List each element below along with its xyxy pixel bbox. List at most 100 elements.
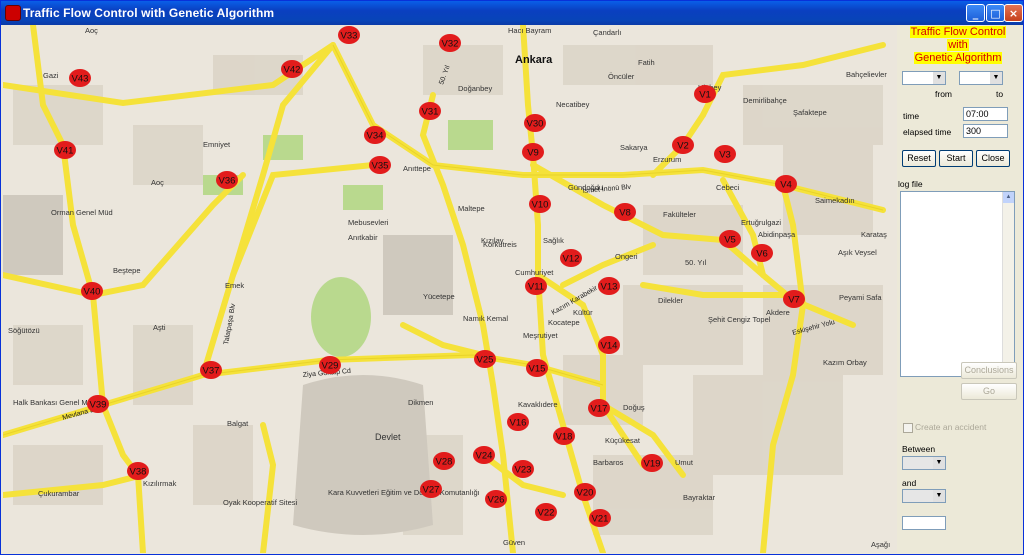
minimize-button[interactable]: _ xyxy=(966,4,985,22)
node-v5[interactable]: V5 xyxy=(719,230,741,248)
place-label: Balgat xyxy=(227,419,249,428)
node-v37[interactable]: V37 xyxy=(200,361,222,379)
place-label: Kavaklıdere xyxy=(518,400,558,409)
place-label: Öncüler xyxy=(608,72,635,81)
city-map[interactable]: Ziya Gökalp Cd İsmet İnönü Blv Kazım Kar… xyxy=(3,25,897,553)
node-label: V17 xyxy=(591,404,608,415)
node-label: V22 xyxy=(538,508,555,519)
and-select[interactable]: ▼ xyxy=(902,489,946,503)
node-v8[interactable]: V8 xyxy=(614,203,636,221)
node-v35[interactable]: V35 xyxy=(369,156,391,174)
time-input[interactable]: 07:00 xyxy=(963,107,1008,121)
start-button[interactable]: Start xyxy=(939,150,973,167)
go-button[interactable]: Go xyxy=(961,383,1017,400)
node-v29[interactable]: V29 xyxy=(319,356,341,374)
close-window-button[interactable]: × xyxy=(1004,4,1023,22)
elapsed-time-input[interactable]: 300 xyxy=(963,124,1008,138)
node-label: V33 xyxy=(341,31,358,42)
node-v19[interactable]: V19 xyxy=(641,454,663,472)
node-label: V34 xyxy=(367,131,384,142)
node-v21[interactable]: V21 xyxy=(589,509,611,527)
node-v36[interactable]: V36 xyxy=(216,171,238,189)
conclusions-button[interactable]: Conclusions xyxy=(961,362,1017,379)
node-label: V29 xyxy=(322,361,339,372)
node-v26[interactable]: V26 xyxy=(485,490,507,508)
node-v27[interactable]: V27 xyxy=(420,480,442,498)
node-label: V14 xyxy=(601,341,618,352)
node-v39[interactable]: V39 xyxy=(87,395,109,413)
node-label: V26 xyxy=(488,495,505,506)
node-v40[interactable]: V40 xyxy=(81,282,103,300)
node-label: V3 xyxy=(719,150,731,161)
node-label: V28 xyxy=(436,457,453,468)
place-label: Kızılırmak xyxy=(143,479,177,488)
place-label: Küçükesat xyxy=(605,436,641,445)
reset-button[interactable]: Reset xyxy=(902,150,936,167)
node-v12[interactable]: V12 xyxy=(560,249,582,267)
node-v42[interactable]: V42 xyxy=(281,60,303,78)
node-v10[interactable]: V10 xyxy=(529,195,551,213)
node-v30[interactable]: V30 xyxy=(524,114,546,132)
node-v7[interactable]: V7 xyxy=(783,290,805,308)
node-v20[interactable]: V20 xyxy=(574,483,596,501)
place-label: Kültür xyxy=(573,308,593,317)
place-label: Anıtkabir xyxy=(348,233,378,242)
node-v24[interactable]: V24 xyxy=(473,446,495,464)
node-v32[interactable]: V32 xyxy=(439,34,461,52)
chevron-down-icon: ▼ xyxy=(933,457,945,469)
scroll-up-icon[interactable]: ▲ xyxy=(1003,192,1014,203)
from-select[interactable]: ▼ xyxy=(902,71,946,85)
accident-checkbox[interactable] xyxy=(903,423,913,433)
node-v18[interactable]: V18 xyxy=(553,427,575,445)
between-label: Between xyxy=(902,444,936,454)
chevron-down-icon: ▼ xyxy=(990,72,1002,84)
node-v43[interactable]: V43 xyxy=(69,69,91,87)
place-label: Hacı Bayram xyxy=(508,26,551,35)
node-v11[interactable]: V11 xyxy=(525,277,547,295)
place-label: Halk Bankası Genel Müd xyxy=(13,398,96,407)
node-v3[interactable]: V3 xyxy=(714,145,736,163)
log-file-label: log file xyxy=(898,179,923,189)
log-textarea[interactable]: ▲ ▼ xyxy=(900,191,1015,377)
node-v34[interactable]: V34 xyxy=(364,126,386,144)
maximize-button[interactable]: □ xyxy=(986,4,1005,22)
node-label: V2 xyxy=(677,141,689,152)
node-label: V10 xyxy=(532,200,549,211)
node-v9[interactable]: V9 xyxy=(522,143,544,161)
node-v23[interactable]: V23 xyxy=(512,460,534,478)
node-label: V8 xyxy=(619,208,631,219)
node-v15[interactable]: V15 xyxy=(526,359,548,377)
node-v41[interactable]: V41 xyxy=(54,141,76,159)
node-v14[interactable]: V14 xyxy=(598,336,620,354)
node-v2[interactable]: V2 xyxy=(672,136,694,154)
node-v33[interactable]: V33 xyxy=(338,26,360,44)
to-select[interactable]: ▼ xyxy=(959,71,1003,85)
node-label: V30 xyxy=(527,119,544,130)
node-label: V18 xyxy=(556,432,573,443)
place-label: Umut xyxy=(675,458,694,467)
place-label: Aşık Veysel xyxy=(838,248,877,257)
node-label: V42 xyxy=(284,65,301,76)
node-v17[interactable]: V17 xyxy=(588,399,610,417)
place-label: Anıttepe xyxy=(403,164,431,173)
node-v13[interactable]: V13 xyxy=(598,277,620,295)
place-label: Yücetepe xyxy=(423,292,455,301)
node-v6[interactable]: V6 xyxy=(751,244,773,262)
node-v16[interactable]: V16 xyxy=(507,413,529,431)
between-select[interactable]: ▼ xyxy=(902,456,946,470)
node-v22[interactable]: V22 xyxy=(535,503,557,521)
node-v31[interactable]: V31 xyxy=(419,102,441,120)
place-label: Emniyet xyxy=(203,140,231,149)
node-v4[interactable]: V4 xyxy=(775,175,797,193)
node-v1[interactable]: V1 xyxy=(694,85,716,103)
place-label: Saimekadın xyxy=(815,196,855,205)
place-label: Namık Kemal xyxy=(463,314,508,323)
accident-input[interactable] xyxy=(902,516,946,530)
close-button[interactable]: Close xyxy=(976,150,1010,167)
chevron-down-icon: ▼ xyxy=(933,72,945,84)
node-v38[interactable]: V38 xyxy=(127,462,149,480)
log-scrollbar[interactable]: ▲ ▼ xyxy=(1002,192,1014,376)
node-v28[interactable]: V28 xyxy=(433,452,455,470)
node-v25[interactable]: V25 xyxy=(474,350,496,368)
title-bar[interactable]: Traffic Flow Control with Genetic Algori… xyxy=(1,1,1023,25)
